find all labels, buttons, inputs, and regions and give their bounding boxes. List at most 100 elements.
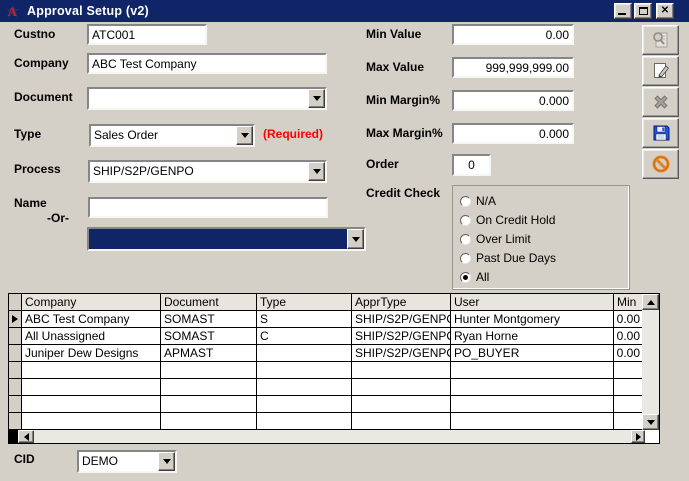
grid-vertical-scrollbar[interactable] — [642, 294, 659, 430]
cell-company[interactable]: Juniper Dew Designs — [22, 345, 161, 362]
document-combo-dropdown-button[interactable] — [308, 89, 325, 108]
name-or-combo-dropdown-button[interactable] — [347, 229, 364, 249]
cancel-prohibition-icon — [651, 154, 671, 174]
scroll-down-button[interactable] — [642, 414, 659, 430]
name-or-combo-highlighted[interactable] — [87, 227, 366, 251]
cell-document[interactable]: SOMAST — [161, 311, 257, 328]
cid-combo-dropdown-button[interactable] — [158, 452, 175, 471]
order-label: Order — [366, 157, 399, 171]
document-combo-value — [92, 90, 305, 107]
cell-apprtype[interactable]: SHIP/S2P/GENPO — [352, 311, 451, 328]
cell-document[interactable]: SOMAST — [161, 328, 257, 345]
col-header-type[interactable]: Type — [257, 294, 352, 311]
table-row-empty[interactable] — [9, 396, 642, 413]
cell-type[interactable]: S — [257, 311, 352, 328]
type-label: Type — [14, 127, 41, 141]
custno-input[interactable] — [89, 26, 205, 43]
radio-past-due-days[interactable]: Past Due Days — [460, 251, 556, 265]
min-value-field-frame — [452, 24, 574, 45]
edit-button[interactable] — [642, 56, 679, 86]
approvals-grid: Company Document Type ApprType User Min … — [8, 293, 660, 444]
col-header-company[interactable]: Company — [22, 294, 161, 311]
max-margin-input[interactable] — [454, 125, 572, 142]
grid-horizontal-scrollbar[interactable] — [9, 430, 659, 443]
row-selector[interactable] — [9, 311, 22, 328]
cell-company[interactable]: All Unassigned — [22, 328, 161, 345]
maximize-icon — [639, 7, 648, 15]
col-header-min[interactable]: Min — [614, 294, 642, 311]
scroll-up-button[interactable] — [642, 294, 659, 310]
name-input[interactable] — [90, 199, 326, 216]
document-combo[interactable] — [87, 87, 327, 110]
table-row[interactable]: All Unassigned SOMAST C SHIP/S2P/GENPO R… — [9, 328, 642, 345]
type-combo[interactable]: Sales Order — [89, 124, 255, 147]
table-row[interactable]: Juniper Dew Designs APMAST SHIP/S2P/GENP… — [9, 345, 642, 362]
close-button[interactable]: ✕ — [656, 3, 674, 19]
cid-label: CID — [14, 452, 35, 466]
maximize-button[interactable] — [634, 3, 652, 19]
cell-apprtype[interactable]: SHIP/S2P/GENPO — [352, 345, 451, 362]
table-row-empty[interactable] — [9, 379, 642, 396]
close-icon: ✕ — [661, 6, 669, 16]
type-combo-dropdown-button[interactable] — [236, 126, 253, 145]
col-header-apprtype[interactable]: ApprType — [352, 294, 451, 311]
grid-header-row: Company Document Type ApprType User Min — [9, 294, 642, 311]
process-combo-dropdown-button[interactable] — [308, 162, 325, 181]
save-button[interactable] — [642, 118, 679, 148]
cell-document[interactable]: APMAST — [161, 345, 257, 362]
radio-icon — [460, 272, 471, 283]
table-row-empty[interactable] — [9, 413, 642, 430]
min-value-label: Min Value — [366, 27, 421, 41]
chevron-down-icon — [163, 459, 171, 468]
min-margin-input[interactable] — [454, 92, 572, 109]
cell-min[interactable]: 0.00 — [614, 345, 642, 362]
cell-user[interactable]: Hunter Montgomery — [451, 311, 614, 328]
radio-na[interactable]: N/A — [460, 194, 496, 208]
scroll-left-button[interactable] — [18, 430, 34, 443]
order-field-frame — [452, 154, 491, 176]
table-row-empty[interactable] — [9, 362, 642, 379]
radio-on-credit-hold[interactable]: On Credit Hold — [460, 213, 555, 227]
scroll-right-button[interactable] — [631, 430, 645, 443]
cell-company[interactable]: ABC Test Company — [22, 311, 161, 328]
col-header-document[interactable]: Document — [161, 294, 257, 311]
max-value-input[interactable] — [454, 59, 572, 76]
process-combo[interactable]: SHIP/S2P/GENPO — [88, 160, 327, 183]
svg-text:A: A — [8, 4, 18, 19]
document-label: Document — [14, 90, 73, 104]
credit-check-groupbox: N/A On Credit Hold Over Limit Past Due D… — [452, 185, 630, 290]
cell-min[interactable]: 0.00 — [614, 328, 642, 345]
table-row[interactable]: ABC Test Company SOMAST S SHIP/S2P/GENPO… — [9, 311, 642, 328]
radio-all[interactable]: All — [460, 270, 489, 284]
cid-combo[interactable]: DEMO — [77, 450, 177, 473]
approval-setup-window: { "window": { "title": "Approval Setup (… — [0, 0, 689, 481]
row-selector[interactable] — [9, 345, 22, 362]
delete-button[interactable] — [642, 87, 679, 117]
minimize-button[interactable] — [614, 3, 632, 19]
cell-user[interactable]: PO_BUYER — [451, 345, 614, 362]
cancel-button[interactable] — [642, 149, 679, 179]
row-selector[interactable] — [9, 328, 22, 345]
scrollbar-corner — [645, 430, 659, 443]
cell-type[interactable] — [257, 345, 352, 362]
name-or-label: -Or- — [47, 211, 69, 225]
cell-min[interactable]: 0.00 — [614, 311, 642, 328]
cell-type[interactable]: C — [257, 328, 352, 345]
title-bar[interactable]: A Approval Setup (v2) ✕ — [0, 0, 689, 22]
cell-apprtype[interactable]: SHIP/S2P/GENPO — [352, 328, 451, 345]
grid-corner-cell — [9, 294, 22, 311]
lookup-button[interactable] — [642, 25, 679, 55]
min-margin-field-frame — [452, 90, 574, 111]
radio-over-limit[interactable]: Over Limit — [460, 232, 531, 246]
order-input[interactable] — [454, 156, 489, 174]
col-header-user[interactable]: User — [451, 294, 614, 311]
type-required-note: (Required) — [263, 127, 323, 141]
chevron-down-icon — [241, 133, 249, 142]
cell-user[interactable]: Ryan Horne — [451, 328, 614, 345]
delete-x-icon — [651, 92, 671, 112]
max-margin-field-frame — [452, 123, 574, 144]
credit-check-label: Credit Check — [366, 186, 440, 200]
min-value-input[interactable] — [454, 26, 572, 43]
arrow-right-icon — [636, 433, 645, 441]
company-input[interactable] — [89, 55, 325, 72]
